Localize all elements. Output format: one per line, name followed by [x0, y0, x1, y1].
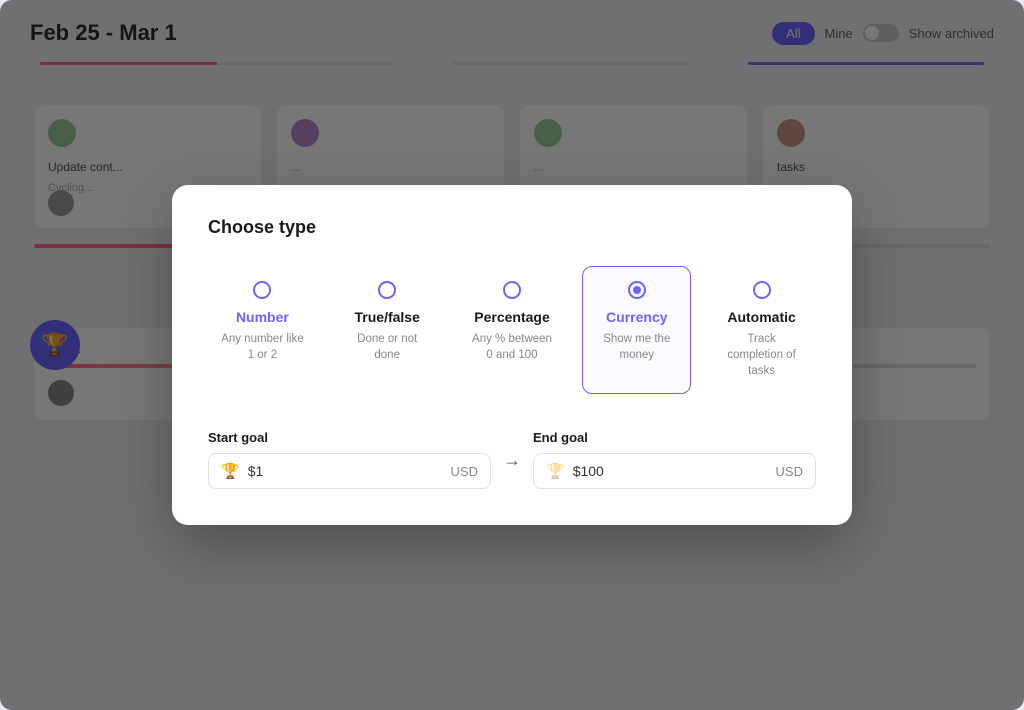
- choose-type-modal: Choose type Number Any number like 1 or …: [172, 185, 852, 525]
- start-goal-group: Start goal 🏆 USD: [208, 430, 491, 489]
- type-options-row: Number Any number like 1 or 2 True/false…: [208, 266, 816, 394]
- type-option-automatic[interactable]: Automatic Track completion of tasks: [707, 266, 816, 394]
- goal-arrow: →: [503, 442, 521, 479]
- type-option-percentage[interactable]: Percentage Any % between 0 and 100: [458, 266, 567, 394]
- start-goal-input-wrap[interactable]: 🏆 USD: [208, 453, 491, 489]
- type-currency-desc: Show me the money: [593, 331, 680, 363]
- radio-truefalse: [378, 281, 396, 299]
- type-option-number[interactable]: Number Any number like 1 or 2: [208, 266, 317, 394]
- end-goal-input[interactable]: [573, 463, 768, 479]
- modal-overlay: Choose type Number Any number like 1 or …: [0, 0, 1024, 710]
- type-automatic-desc: Track completion of tasks: [718, 331, 805, 379]
- type-number-desc: Any number like 1 or 2: [219, 331, 306, 363]
- radio-percentage: [503, 281, 521, 299]
- radio-automatic: [753, 281, 771, 299]
- end-currency-label: USD: [776, 464, 803, 479]
- type-number-label: Number: [236, 309, 289, 325]
- type-automatic-label: Automatic: [727, 309, 795, 325]
- goal-row: Start goal 🏆 USD → End goal 🏆 USD: [208, 430, 816, 489]
- start-trophy-icon: 🏆: [221, 462, 240, 480]
- start-currency-label: USD: [451, 464, 478, 479]
- end-goal-input-wrap[interactable]: 🏆 USD: [533, 453, 816, 489]
- modal-title: Choose type: [208, 217, 816, 238]
- end-goal-group: End goal 🏆 USD: [533, 430, 816, 489]
- radio-currency: [628, 281, 646, 299]
- type-currency-label: Currency: [606, 309, 667, 325]
- type-truefalse-desc: Done or not done: [344, 331, 431, 363]
- type-percentage-label: Percentage: [474, 309, 549, 325]
- end-trophy-icon: 🏆: [546, 462, 565, 480]
- start-goal-input[interactable]: [248, 463, 443, 479]
- radio-number: [253, 281, 271, 299]
- type-truefalse-label: True/false: [355, 309, 420, 325]
- start-goal-label: Start goal: [208, 430, 491, 445]
- type-option-currency[interactable]: Currency Show me the money: [582, 266, 691, 394]
- type-option-truefalse[interactable]: True/false Done or not done: [333, 266, 442, 394]
- end-goal-label: End goal: [533, 430, 816, 445]
- type-percentage-desc: Any % between 0 and 100: [469, 331, 556, 363]
